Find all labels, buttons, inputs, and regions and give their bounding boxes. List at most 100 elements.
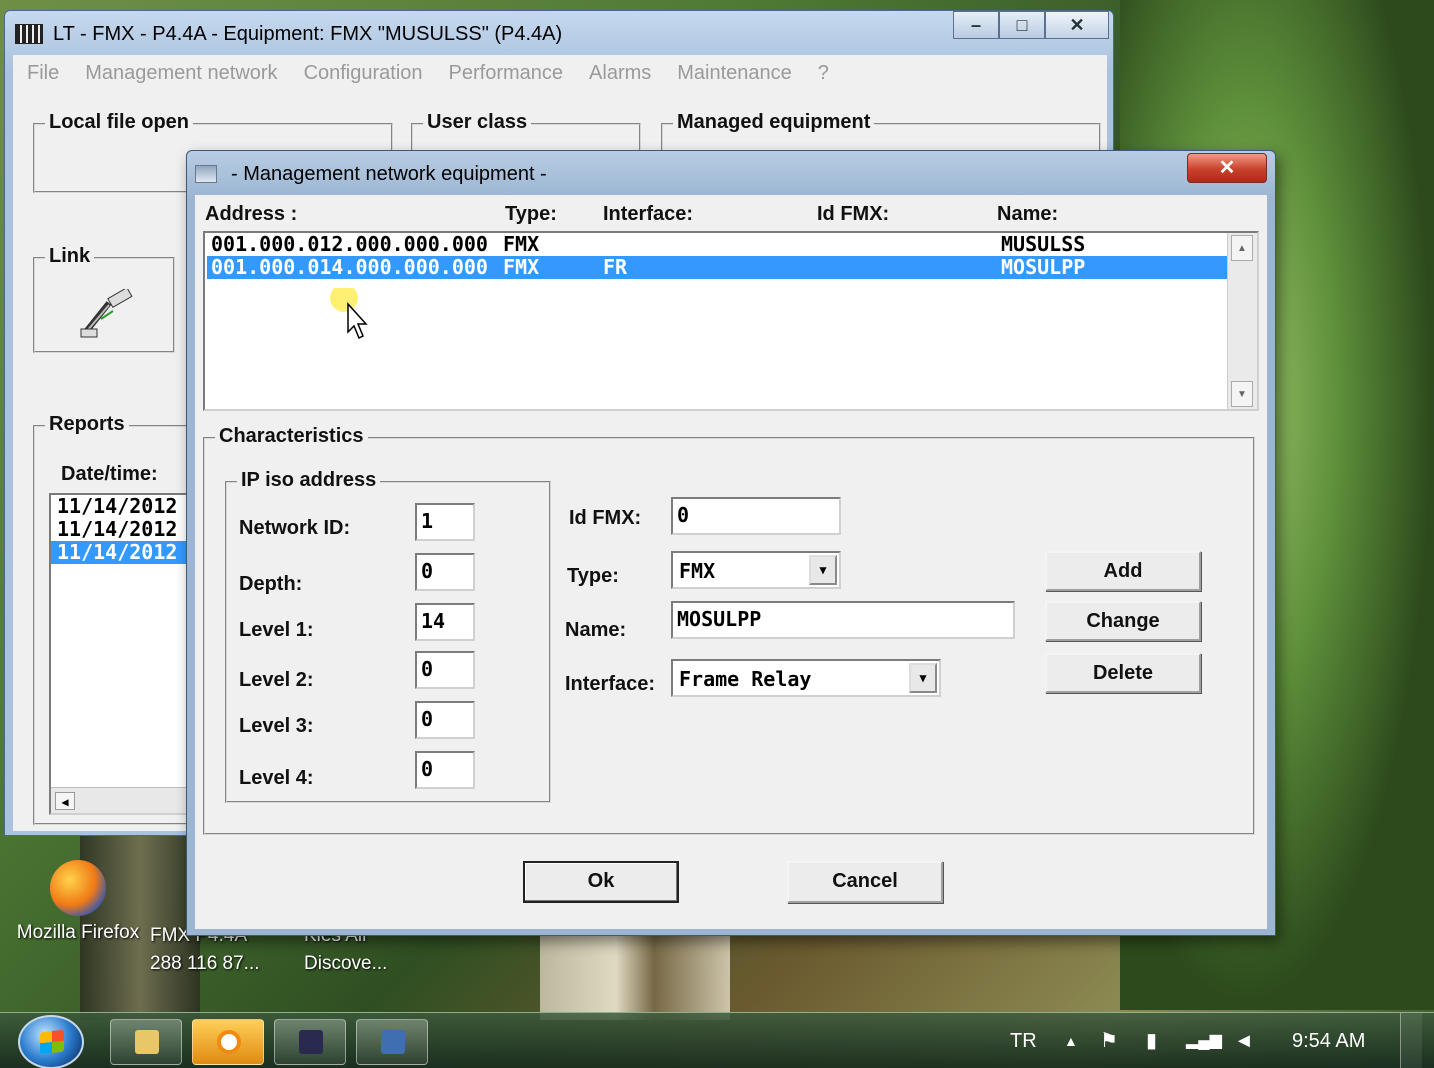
action-center-flag-icon[interactable]: ⚑ (1100, 1013, 1118, 1068)
cell-type: FMX (503, 232, 540, 256)
list-item[interactable]: 11/14/2012 (51, 518, 207, 541)
clock[interactable]: 9:54 AM (1292, 1013, 1365, 1068)
menu-help[interactable]: ? (818, 62, 829, 85)
chevron-down-icon[interactable]: ▼ (909, 663, 937, 693)
taskbar-explorer-button[interactable] (110, 1019, 182, 1065)
dialog-close-button[interactable]: ✕ (1187, 153, 1267, 183)
menubar: File Management network Configuration Pe… (13, 55, 1107, 91)
dialog-icon (195, 165, 217, 183)
show-hidden-icons-icon[interactable]: ▲ (1064, 1013, 1078, 1068)
link-group: Link (33, 245, 175, 353)
group-title: Local file open (45, 111, 194, 134)
type-select-value: FMX (679, 559, 716, 583)
change-button[interactable]: Change (1045, 601, 1201, 641)
menu-file[interactable]: File (27, 62, 59, 85)
taskbar: TR ▲ ⚑ ▮ ▂▄▆ ◄ 9:54 AM (0, 1012, 1434, 1068)
desktop-icon-label: 288 116 87... (150, 953, 260, 974)
management-network-dialog: - Management network equipment - ✕ Addre… (186, 150, 1276, 936)
table-row[interactable]: 001.000.012.000.000.000 FMX MUSULSS (207, 233, 1227, 256)
close-button[interactable]: ✕ (1045, 11, 1109, 39)
level4-field[interactable]: 0 (415, 751, 475, 789)
reports-datetime-label: Date/time: (61, 463, 158, 485)
scroll-up-icon[interactable]: ▲ (1231, 235, 1253, 261)
depth-field[interactable]: 0 (415, 553, 475, 591)
level3-field[interactable]: 0 (415, 701, 475, 739)
group-title: Characteristics (215, 425, 368, 448)
power-icon[interactable]: ▮ (1146, 1013, 1157, 1068)
group-title: Link (45, 245, 95, 268)
interface-select[interactable]: Frame Relay ▼ (671, 659, 941, 697)
mouse-cursor-icon (330, 288, 368, 340)
table-row-selected[interactable]: 001.000.014.000.000.000 FMX FR MOSULPP (207, 256, 1227, 279)
calculator-icon (381, 1030, 405, 1054)
cell-interface: FR (603, 255, 628, 279)
level1-field[interactable]: 14 (415, 603, 475, 641)
list-item-selected[interactable]: 11/14/2012 (51, 541, 207, 564)
cell-type: FMX (503, 255, 540, 279)
menu-maintenance[interactable]: Maintenance (677, 62, 792, 85)
list-item[interactable]: 11/14/2012 (51, 495, 207, 518)
volume-icon[interactable]: ◄ (1234, 1013, 1254, 1068)
add-button[interactable]: Add (1045, 551, 1201, 591)
group-title: IP iso address (237, 469, 381, 492)
desktop-icon-label: Discove... (304, 953, 388, 974)
link-cable-icon[interactable] (79, 289, 135, 339)
depth-label: Depth: (239, 573, 303, 595)
interface-select-value: Frame Relay (679, 667, 812, 691)
id-fmx-field[interactable]: 0 (671, 497, 841, 535)
scroll-down-icon[interactable]: ▼ (1231, 381, 1253, 407)
dialog-titlebar[interactable]: - Management network equipment - (195, 157, 547, 191)
taskbar-fmx-button[interactable] (274, 1019, 346, 1065)
cell-address: 001.000.014.000.000.000 (211, 255, 488, 279)
show-desktop-button[interactable] (1400, 1013, 1422, 1068)
menu-configuration[interactable]: Configuration (304, 62, 423, 85)
firefox-icon (50, 860, 106, 916)
app-icon (15, 24, 43, 44)
reports-list[interactable]: 11/14/2012 11/14/2012 11/14/2012 ◀ (49, 493, 209, 815)
cancel-button[interactable]: Cancel (787, 861, 943, 903)
level3-label: Level 3: (239, 715, 314, 737)
name-label: Name: (565, 619, 627, 641)
column-id-fmx: Id FMX: (817, 203, 890, 225)
scroll-left-icon[interactable]: ◀ (55, 792, 75, 810)
network-signal-icon[interactable]: ▂▄▆ (1186, 1013, 1222, 1068)
chevron-down-icon[interactable]: ▼ (809, 555, 837, 585)
floppy-icon (299, 1030, 323, 1054)
language-indicator[interactable]: TR (1010, 1013, 1037, 1068)
outlook-icon (217, 1030, 241, 1054)
group-title: Reports (45, 413, 129, 436)
group-title: User class (423, 111, 532, 134)
desktop-icon-firefox[interactable]: Mozilla Firefox (4, 860, 152, 944)
column-interface: Interface: (603, 203, 694, 225)
minimize-button[interactable]: – (953, 11, 999, 39)
menu-alarms[interactable]: Alarms (589, 62, 651, 85)
type-select[interactable]: FMX ▼ (671, 551, 841, 589)
main-titlebar[interactable]: LT - FMX - P4.4A - Equipment: FMX "MUSUL… (15, 17, 562, 51)
ok-button[interactable]: Ok (523, 861, 679, 903)
id-fmx-label: Id FMX: (569, 507, 642, 529)
horizontal-scrollbar[interactable]: ◀ (51, 787, 207, 813)
cell-name: MUSULSS (1001, 232, 1086, 256)
dialog-title: - Management network equipment - (231, 163, 547, 185)
delete-button[interactable]: Delete (1045, 653, 1201, 693)
caption-buttons: – □ ✕ (953, 11, 1109, 39)
column-type: Type: (505, 203, 557, 225)
window-title: LT - FMX - P4.4A - Equipment: FMX "MUSUL… (53, 23, 563, 45)
taskbar-outlook-button[interactable] (192, 1019, 264, 1065)
folder-icon (135, 1030, 159, 1054)
column-address: Address : (205, 203, 298, 225)
name-field[interactable]: MOSULPP (671, 601, 1015, 639)
level1-label: Level 1: (239, 619, 314, 641)
maximize-button[interactable]: □ (999, 11, 1045, 39)
taskbar-app-button[interactable] (356, 1019, 428, 1065)
start-button[interactable] (18, 1015, 84, 1068)
level2-field[interactable]: 0 (415, 651, 475, 689)
network-id-field[interactable]: 1 (415, 503, 475, 541)
menu-management-network[interactable]: Management network (85, 62, 277, 85)
menu-performance[interactable]: Performance (449, 62, 564, 85)
type-label: Type: (567, 565, 619, 587)
vertical-scrollbar[interactable]: ▲ ▼ (1227, 233, 1257, 409)
cell-name: MOSULPP (1001, 255, 1086, 279)
desktop-icon-label: Mozilla Firefox (16, 922, 140, 943)
level2-label: Level 2: (239, 669, 314, 691)
